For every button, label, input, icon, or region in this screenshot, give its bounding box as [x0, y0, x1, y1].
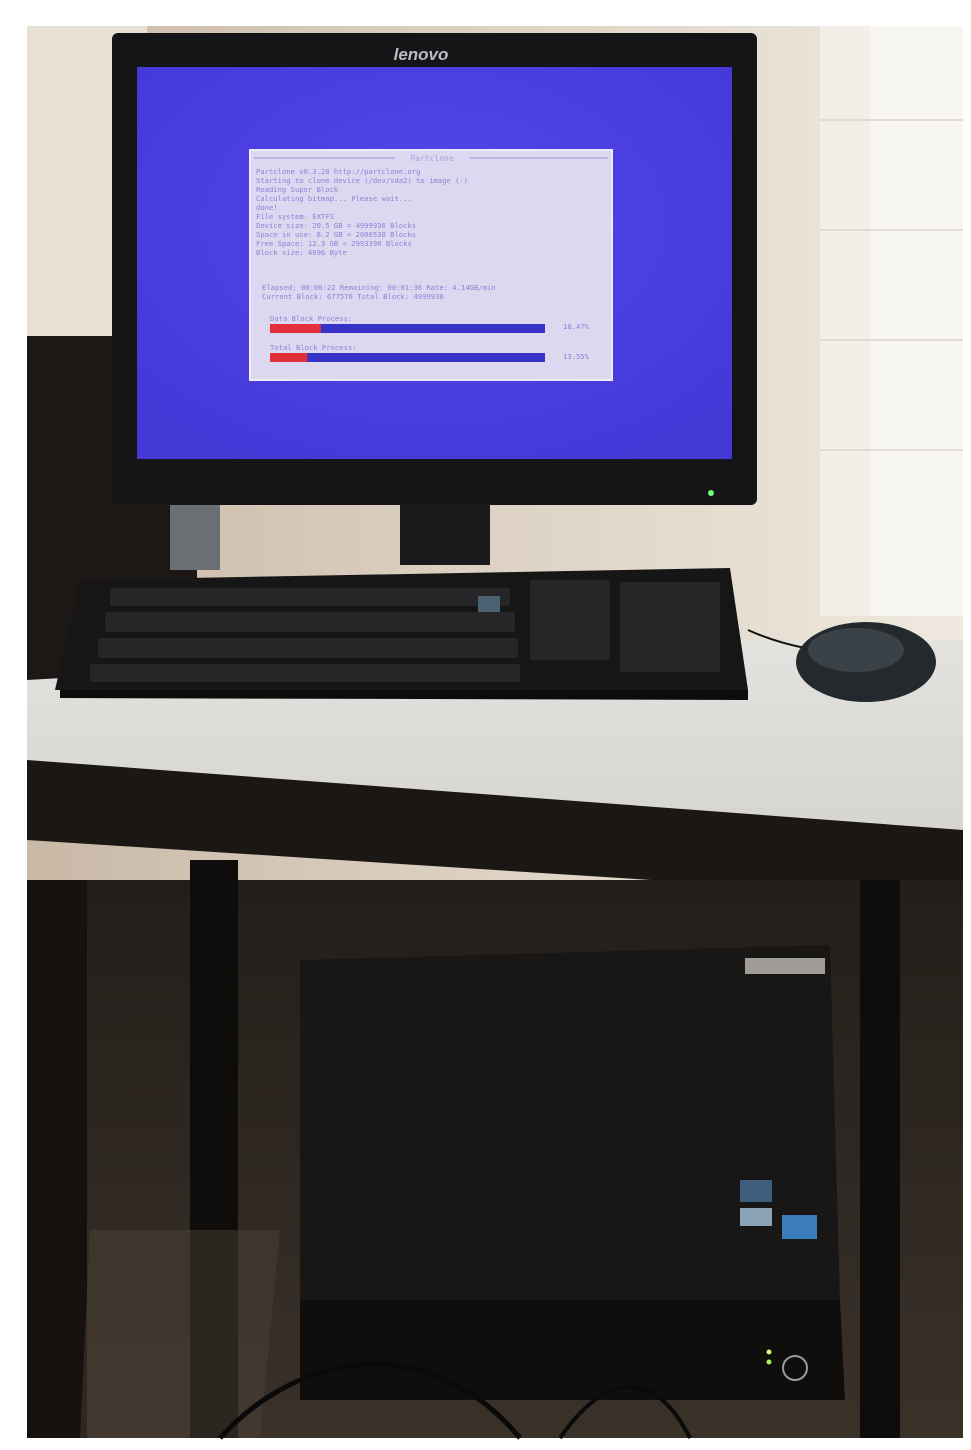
- activity-led: [766, 1349, 772, 1355]
- partclone-dialog: Partclone Partclone v0.3.20 http://partc…: [249, 149, 613, 381]
- total-block-progress-fill: [270, 353, 308, 362]
- status-line: Current Block: 677576 Total Block: 49999…: [262, 292, 444, 301]
- log-line: File system: EXTFS: [256, 212, 334, 221]
- total-block-label: Total Block Process:: [270, 343, 357, 352]
- data-block-progress-bar: [270, 324, 545, 333]
- log-line: Device size: 20.5 GB = 4999936 Blocks: [256, 221, 416, 230]
- monitor-stand: [400, 495, 490, 565]
- total-block-progress-bar: [270, 353, 545, 362]
- log-line: done!: [256, 203, 278, 212]
- data-block-progress-fill: [270, 324, 321, 333]
- log-line: Free Space: 12.3 GB = 2993398 Blocks: [256, 239, 412, 248]
- log-line: Reading Super Block: [256, 185, 339, 194]
- log-line: Starting to clone device (/dev/sda2) to …: [256, 176, 468, 185]
- monitor-brand-logo: lenovo: [394, 45, 449, 64]
- data-block-label: Data Block Process:: [270, 314, 352, 323]
- desktop-pc: [300, 945, 845, 1400]
- log-line: Partclone v0.3.20 http://partclone.org: [256, 167, 420, 176]
- power-led: [708, 490, 714, 496]
- dialog-title: Partclone: [410, 154, 454, 163]
- status-line: Elapsed: 00:00:22 Remaining: 00:01:36 Ra…: [262, 283, 496, 292]
- keyboard: [55, 568, 748, 700]
- log-line: Block size: 4096 Byte: [256, 248, 347, 257]
- data-block-percent: 18.47%: [563, 322, 590, 331]
- log-line: Space in use: 8.2 GB = 2006538 Blocks: [256, 230, 416, 239]
- log-line: Calculating bitmap... Please wait...: [256, 194, 412, 203]
- desk-leg: [860, 880, 900, 1438]
- windows-badge: [740, 1180, 772, 1202]
- photo-scene: lenovo Partclone Partclone v0.3.20 http:…: [0, 0, 971, 1450]
- intel-badge: [782, 1215, 817, 1239]
- total-block-percent: 13.55%: [563, 352, 590, 361]
